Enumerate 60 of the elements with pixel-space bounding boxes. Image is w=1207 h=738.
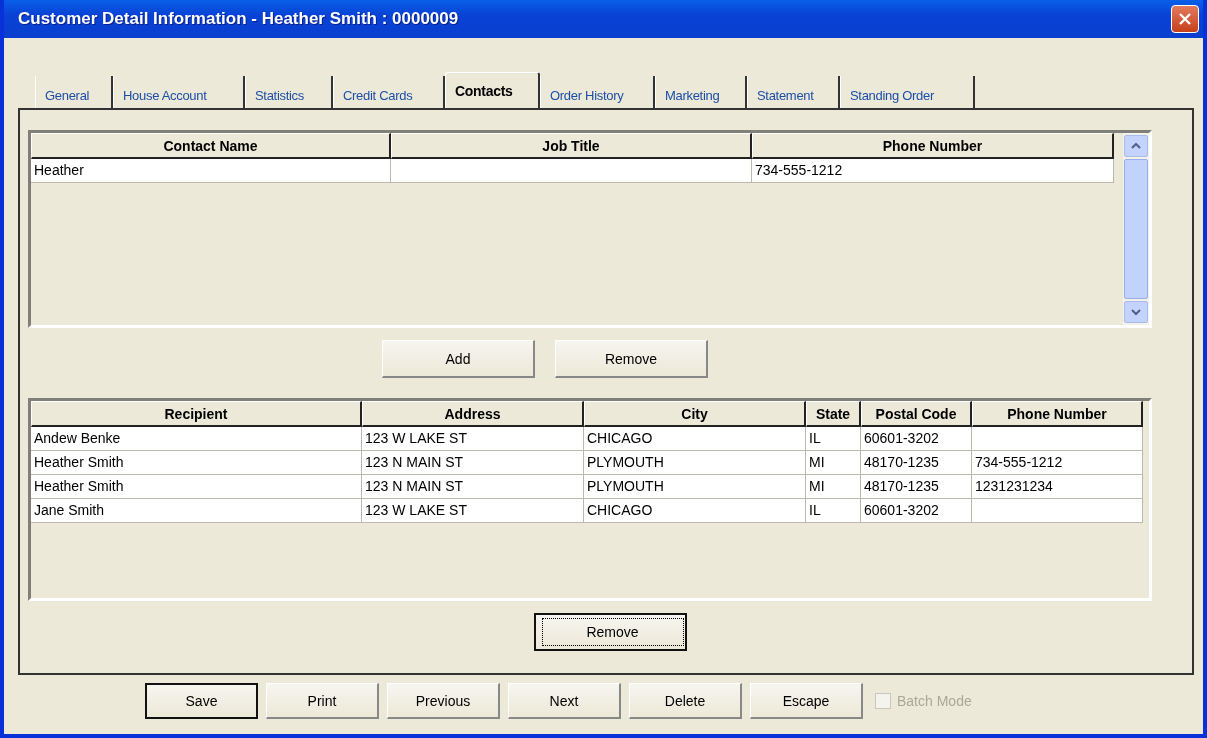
table-cell: 1231231234 bbox=[972, 475, 1143, 499]
tab[interactable]: Standing Order bbox=[840, 76, 975, 108]
table-cell: 123 W LAKE ST bbox=[362, 427, 584, 451]
table-cell: IL bbox=[806, 499, 861, 523]
action-button[interactable]: Delete bbox=[629, 683, 742, 719]
tab[interactable]: House Account bbox=[113, 76, 245, 108]
tab[interactable]: Statistics bbox=[245, 76, 333, 108]
chevron-down-icon bbox=[1131, 308, 1141, 316]
table-cell: MI bbox=[806, 451, 861, 475]
close-icon bbox=[1178, 12, 1192, 26]
tab[interactable]: Statement bbox=[747, 76, 840, 108]
action-button[interactable]: Save bbox=[145, 683, 258, 719]
tab[interactable]: General bbox=[35, 76, 113, 108]
table-cell: CHICAGO bbox=[584, 499, 806, 523]
scroll-thumb[interactable] bbox=[1124, 159, 1148, 299]
action-button[interactable]: Next bbox=[508, 683, 621, 719]
column-header[interactable]: Phone Number bbox=[752, 133, 1114, 159]
action-button[interactable]: Add bbox=[382, 340, 535, 378]
action-button[interactable]: Print bbox=[266, 683, 379, 719]
table-cell: PLYMOUTH bbox=[584, 475, 806, 499]
close-button[interactable] bbox=[1171, 5, 1199, 33]
column-header[interactable]: Contact Name bbox=[31, 133, 391, 159]
tab[interactable]: Credit Cards bbox=[333, 76, 445, 108]
table-cell: 60601-3202 bbox=[861, 499, 972, 523]
table-cell: MI bbox=[806, 475, 861, 499]
table-cell: PLYMOUTH bbox=[584, 451, 806, 475]
action-button[interactable]: Escape bbox=[750, 683, 863, 719]
table-cell: 48170-1235 bbox=[861, 451, 972, 475]
scroll-down-button[interactable] bbox=[1124, 301, 1148, 323]
column-header[interactable]: Address bbox=[362, 401, 584, 427]
chevron-up-icon bbox=[1131, 142, 1141, 150]
tab[interactable]: Contacts bbox=[445, 72, 540, 108]
tab[interactable]: Marketing bbox=[655, 76, 747, 108]
table-cell: 123 N MAIN ST bbox=[362, 475, 584, 499]
table-cell: Andew Benke bbox=[31, 427, 362, 451]
table-cell: Jane Smith bbox=[31, 499, 362, 523]
action-button[interactable]: Remove bbox=[555, 340, 708, 378]
column-header[interactable]: State bbox=[806, 401, 861, 427]
table-cell: 734-555-1212 bbox=[972, 451, 1143, 475]
scroll-up-button[interactable] bbox=[1124, 135, 1148, 157]
table-cell: 60601-3202 bbox=[861, 427, 972, 451]
column-header[interactable]: Recipient bbox=[31, 401, 362, 427]
table-cell: Heather Smith bbox=[31, 475, 362, 499]
table-cell: 48170-1235 bbox=[861, 475, 972, 499]
action-button[interactable]: Previous bbox=[387, 683, 500, 719]
table-cell: IL bbox=[806, 427, 861, 451]
scroll-bar[interactable] bbox=[1123, 133, 1149, 325]
table-cell: 123 W LAKE ST bbox=[362, 499, 584, 523]
column-header[interactable]: Job Title bbox=[391, 133, 752, 159]
remove-button[interactable]: Remove bbox=[533, 613, 687, 651]
column-header[interactable]: Phone Number bbox=[972, 401, 1143, 427]
table-cell: 123 N MAIN ST bbox=[362, 451, 584, 475]
table-cell: 734-555-1212 bbox=[752, 159, 1114, 183]
window-title: Customer Detail Information - Heather Smith : 0000009 bbox=[18, 9, 459, 29]
column-header[interactable]: City bbox=[584, 401, 806, 427]
table-cell: Heather Smith bbox=[31, 451, 362, 475]
column-header[interactable]: Postal Code bbox=[861, 401, 972, 427]
table-cell: CHICAGO bbox=[584, 427, 806, 451]
table-cell: Heather bbox=[31, 159, 391, 183]
tab[interactable]: Order History bbox=[540, 76, 655, 108]
